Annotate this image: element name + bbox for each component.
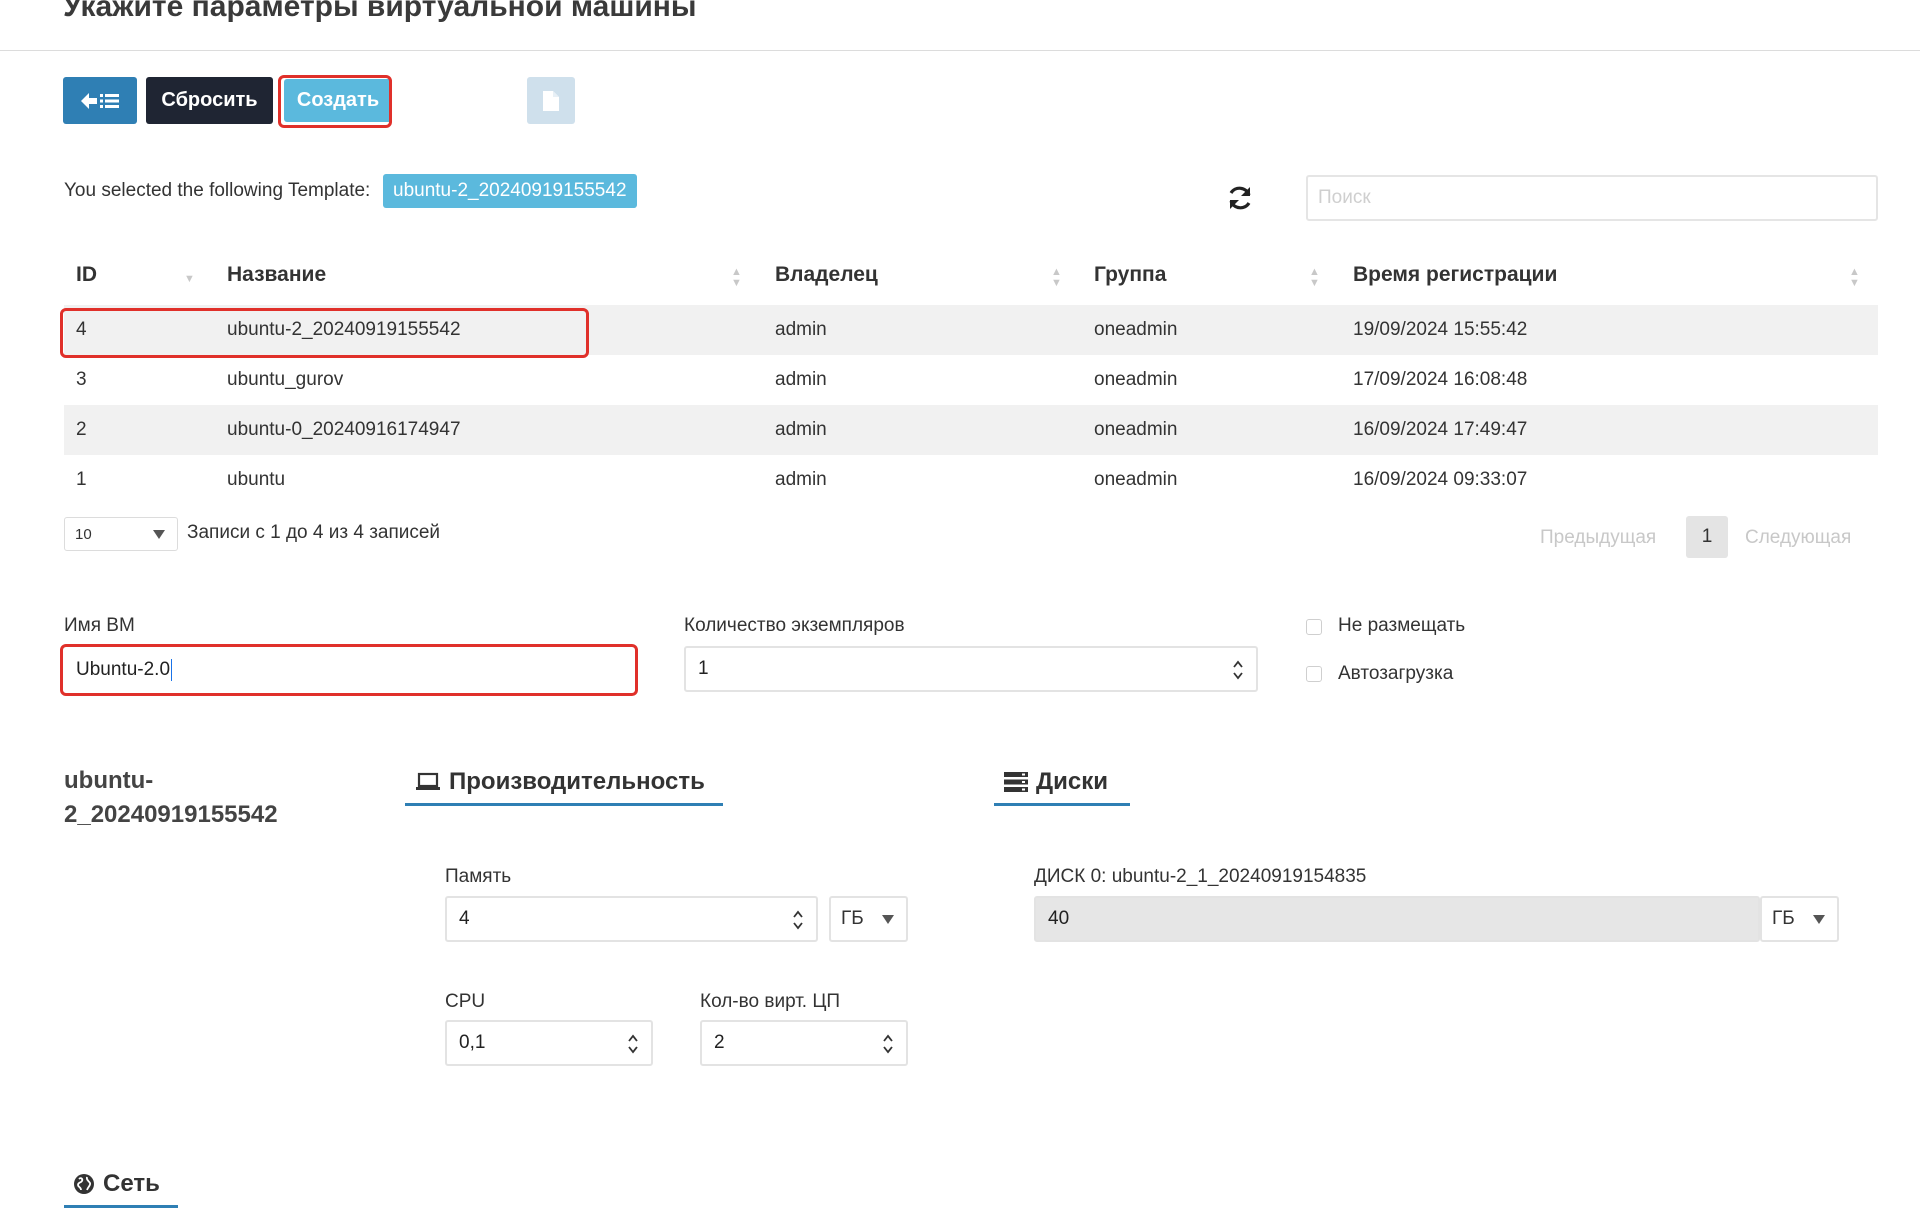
selected-template-label: You selected the following Template: xyxy=(64,180,371,201)
laptop-icon xyxy=(416,772,440,790)
pagination-previous[interactable]: Предыдущая xyxy=(1540,527,1656,549)
memory-unit-value: ГБ xyxy=(841,908,864,929)
cell-group: oneadmin xyxy=(1094,369,1178,390)
title-divider xyxy=(0,50,1920,51)
cell-name: ubuntu-0_20240916174947 xyxy=(227,419,461,440)
column-header-name[interactable]: Название xyxy=(227,263,326,287)
selected-template-badge: ubuntu-2_20240919155542 xyxy=(383,174,637,208)
pagination-page-1[interactable]: 1 xyxy=(1686,516,1728,558)
memory-value: 4 xyxy=(459,908,470,929)
tab-network-label: Сеть xyxy=(103,1170,160,1197)
page-title: Укажите параметры виртуальной машины xyxy=(63,0,697,23)
cpu-label: CPU xyxy=(445,991,486,1012)
back-to-list-button[interactable] xyxy=(63,77,137,124)
spinner-icon[interactable] xyxy=(627,1032,639,1056)
memory-unit-select[interactable]: ГБ xyxy=(829,896,908,942)
chevron-down-icon xyxy=(1813,915,1825,924)
cell-owner: admin xyxy=(775,319,827,340)
column-header-group[interactable]: Группа xyxy=(1094,263,1166,287)
tab-performance-underline xyxy=(405,803,723,806)
cell-time: 19/09/2024 15:55:42 xyxy=(1353,319,1528,340)
disk0-label: ДИСК 0: ubuntu-2_1_20240919154835 xyxy=(1034,866,1367,887)
sort-desc-icon: ▼ xyxy=(184,273,195,285)
spinner-icon[interactable] xyxy=(882,1032,894,1056)
autostart-checkbox[interactable] xyxy=(1306,666,1322,682)
search-input[interactable] xyxy=(1306,175,1878,221)
spinner-icon[interactable] xyxy=(792,908,804,932)
disk0-unit-select[interactable]: ГБ xyxy=(1760,896,1839,942)
autostart-label: Автозагрузка xyxy=(1338,663,1454,684)
vm-name-highlight xyxy=(60,644,638,696)
cpu-input[interactable]: 0,1 xyxy=(445,1020,653,1066)
page-length-select[interactable]: 10 xyxy=(64,517,178,551)
cpu-value: 0,1 xyxy=(459,1032,486,1053)
tab-disks-underline xyxy=(994,803,1130,806)
cell-owner: admin xyxy=(775,469,827,490)
table-row[interactable]: 2 ubuntu-0_20240916174947 admin oneadmin… xyxy=(64,405,1878,455)
vcpu-value: 2 xyxy=(714,1032,725,1053)
tab-disks[interactable]: Диски xyxy=(1004,768,1108,796)
disk0-unit-value: ГБ xyxy=(1772,908,1795,929)
cell-id: 1 xyxy=(76,469,87,490)
selected-row-highlight xyxy=(60,308,589,358)
memory-label: Память xyxy=(445,866,512,887)
instances-label: Количество экземпляров xyxy=(684,615,905,636)
document-icon xyxy=(543,90,559,111)
tab-network[interactable]: Сеть xyxy=(73,1170,160,1198)
tab-network-underline xyxy=(64,1205,178,1208)
template-name: ubuntu-2_20240919155542 xyxy=(64,767,278,828)
cell-name: ubuntu xyxy=(227,469,286,490)
back-list-icon xyxy=(81,92,119,109)
disk0-size-value: 40 xyxy=(1048,908,1070,929)
column-header-registration-time[interactable]: Время регистрации xyxy=(1353,263,1557,287)
hold-checkbox[interactable] xyxy=(1306,619,1322,635)
globe-icon xyxy=(74,1174,94,1194)
sort-icon: ▲ ▼ xyxy=(1309,266,1320,289)
sort-icon: ▲ ▼ xyxy=(1849,266,1860,289)
memory-input[interactable]: 4 xyxy=(445,896,818,942)
spinner-icon[interactable] xyxy=(1232,658,1244,682)
cell-owner: admin xyxy=(775,419,827,440)
cell-group: oneadmin xyxy=(1094,419,1178,440)
column-header-owner[interactable]: Владелец xyxy=(775,263,878,287)
sort-icon: ▲ ▼ xyxy=(1051,266,1062,289)
cell-name: ubuntu_gurov xyxy=(227,369,344,390)
page-length-value: 10 xyxy=(75,526,92,543)
cell-id: 2 xyxy=(76,419,87,440)
cell-owner: admin xyxy=(775,369,827,390)
reset-button[interactable]: Сбросить xyxy=(146,77,273,124)
cell-group: oneadmin xyxy=(1094,469,1178,490)
chevron-down-icon xyxy=(153,530,165,539)
vcpu-label: Кол-во вирт. ЦП xyxy=(700,991,841,1012)
tab-performance[interactable]: Производительность xyxy=(415,768,705,796)
disk0-size-input[interactable]: 40 xyxy=(1034,896,1760,942)
chevron-down-icon xyxy=(882,915,894,924)
cell-time: 17/09/2024 16:08:48 xyxy=(1353,369,1528,390)
instances-value: 1 xyxy=(698,658,709,679)
instances-input[interactable]: 1 xyxy=(684,646,1258,692)
refresh-icon[interactable] xyxy=(1226,184,1254,212)
create-button-highlight xyxy=(278,75,392,128)
cell-time: 16/09/2024 17:49:47 xyxy=(1353,419,1528,440)
table-row[interactable]: 3 ubuntu_gurov admin oneadmin 17/09/2024… xyxy=(64,355,1878,405)
cell-group: oneadmin xyxy=(1094,319,1178,340)
disks-icon xyxy=(1004,772,1028,792)
column-header-id[interactable]: ID xyxy=(76,263,97,287)
pagination-next[interactable]: Следующая xyxy=(1745,527,1851,549)
cell-id: 3 xyxy=(76,369,87,390)
template-document-button[interactable] xyxy=(527,77,575,124)
hold-label: Не размещать xyxy=(1338,615,1466,636)
tab-disks-label: Диски xyxy=(1036,768,1108,795)
cell-time: 16/09/2024 09:33:07 xyxy=(1353,469,1528,490)
sort-icon: ▲ ▼ xyxy=(731,266,742,289)
table-info: Записи с 1 до 4 из 4 записей xyxy=(187,522,441,543)
vcpu-input[interactable]: 2 xyxy=(700,1020,908,1066)
tab-performance-label: Производительность xyxy=(449,768,705,795)
table-row[interactable]: 1 ubuntu admin oneadmin 16/09/2024 09:33… xyxy=(64,455,1878,505)
vm-name-label: Имя ВМ xyxy=(64,615,135,636)
